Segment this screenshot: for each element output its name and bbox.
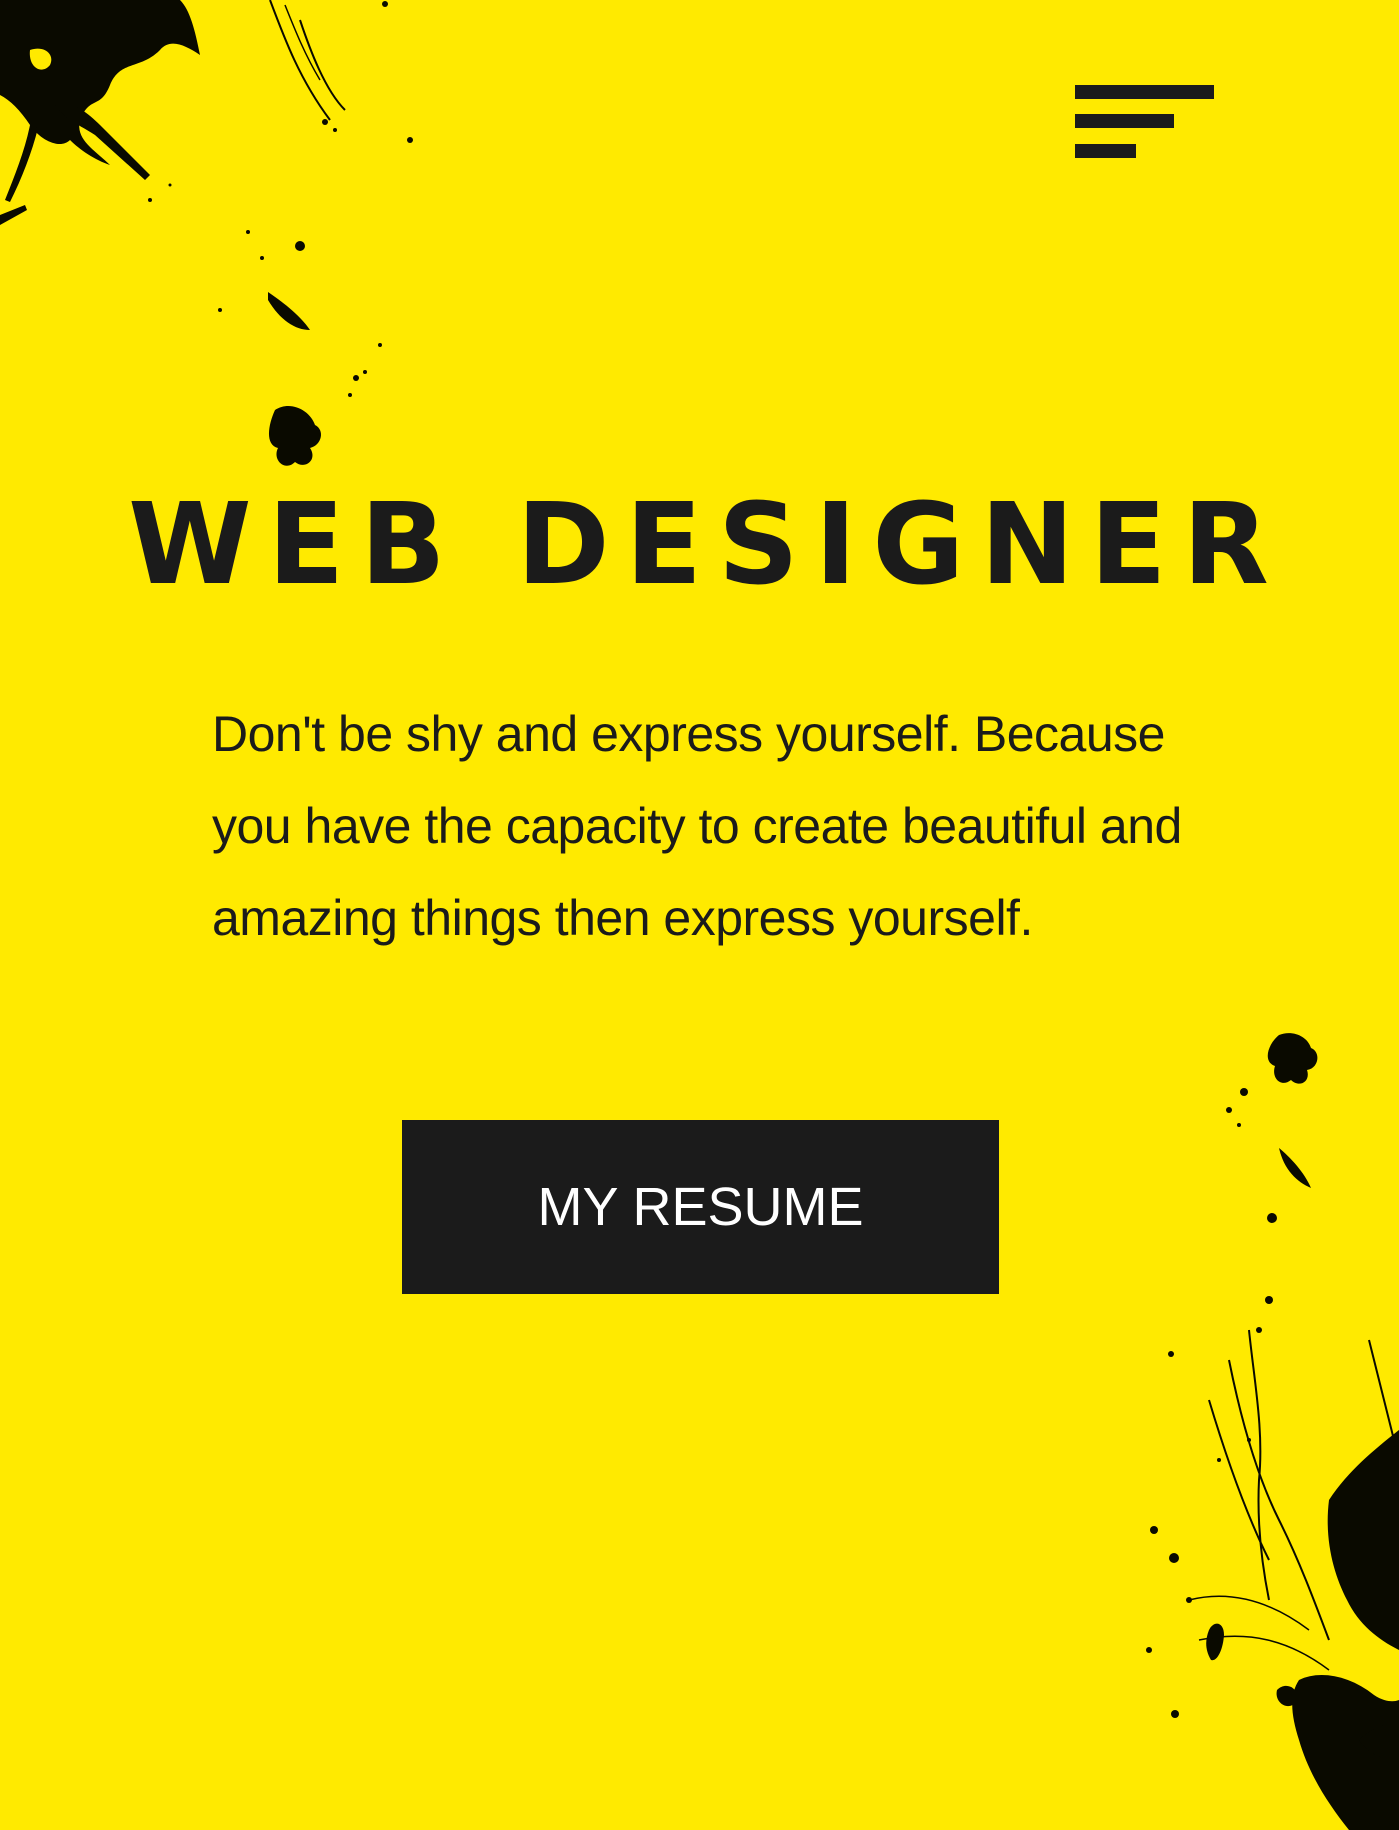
- landing-page: WEB DESIGNER Don't be shy and express yo…: [0, 0, 1399, 1830]
- ink-splatter-top-left: [0, 0, 413, 466]
- my-resume-button[interactable]: MY RESUME: [402, 1120, 999, 1294]
- menu-bar-top: [1075, 85, 1214, 99]
- menu-bar-middle: [1075, 114, 1174, 128]
- hamburger-menu-icon[interactable]: [1075, 85, 1215, 161]
- hero-description: Don't be shy and express yourself. Becau…: [212, 706, 1182, 946]
- menu-bar-bottom: [1075, 144, 1136, 158]
- hero-title: WEB DESIGNER: [128, 480, 1285, 610]
- ink-splatter-bottom-right: [1146, 1033, 1399, 1830]
